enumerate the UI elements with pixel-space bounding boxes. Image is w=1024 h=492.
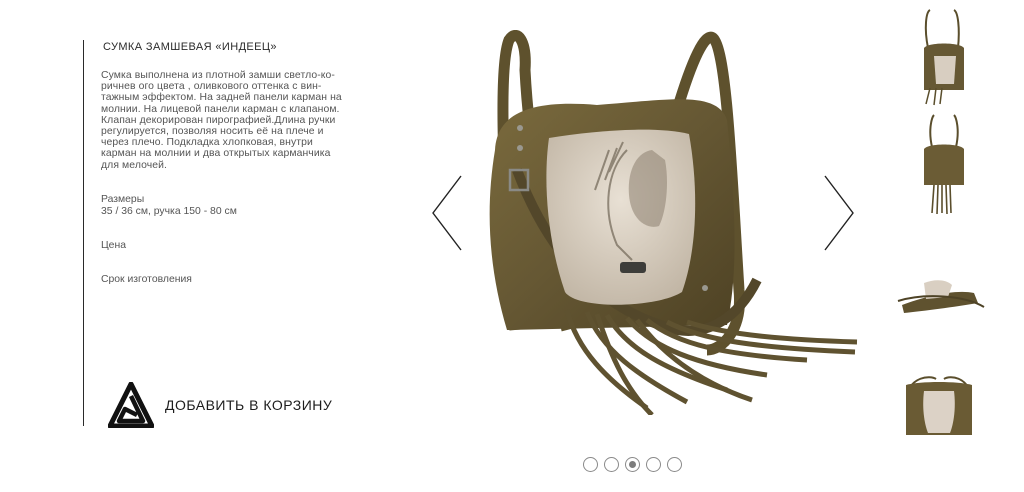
thumbnail-1[interactable] — [918, 8, 970, 106]
add-to-cart-button[interactable]: ДОБАВИТЬ В КОРЗИНУ — [108, 382, 332, 428]
triangle-spiral-logo-icon — [108, 382, 154, 428]
thumbnail-image — [897, 280, 985, 313]
pagination-dot-1[interactable] — [583, 457, 598, 472]
pagination-dot-2[interactable] — [604, 457, 619, 472]
add-to-cart-label: ДОБАВИТЬ В КОРЗИНУ — [165, 397, 333, 413]
thumbnail-image — [924, 114, 964, 215]
product-description: Сумка выполнена из плотной замши светло-… — [101, 70, 342, 171]
thumbnail-3[interactable] — [894, 275, 986, 318]
sizes-label: Размеры — [101, 194, 145, 205]
sizes-block: Размеры 35 / 36 см, ручка 150 - 80 см — [101, 194, 237, 217]
pagination-dot-3-active[interactable] — [625, 457, 640, 472]
product-main-image — [489, 30, 858, 415]
thumbnail-4[interactable] — [900, 373, 978, 439]
chevron-left-icon[interactable] — [431, 175, 463, 251]
thumbnail-image — [924, 9, 964, 106]
sizes-value: 35 / 36 см, ручка 150 - 80 см — [101, 205, 237, 217]
vertical-divider — [83, 40, 84, 426]
slide-pagination — [583, 457, 682, 472]
production-term-label: Срок изготовления — [101, 274, 192, 285]
price-label: Цена — [101, 240, 126, 251]
thumbnail-image — [906, 376, 972, 435]
product-title: СУМКА ЗАМШЕВАЯ «ИНДЕЕЦ» — [103, 41, 277, 53]
pagination-dot-5[interactable] — [667, 457, 682, 472]
thumbnail-2[interactable] — [918, 113, 970, 215]
pagination-dot-4[interactable] — [646, 457, 661, 472]
